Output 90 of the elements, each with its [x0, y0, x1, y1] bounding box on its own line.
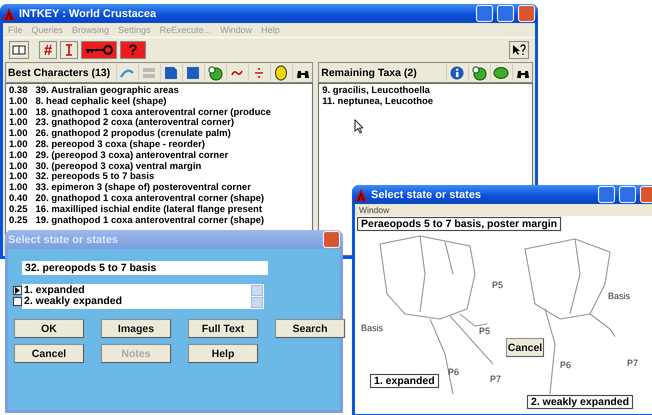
character-cell: 29. (pereopod 3 coxa) anteroventral corner [36, 150, 228, 162]
list-row[interactable]: 0.25 19. gnathopod 1 coxa anteroventral corner (shape) [9, 216, 310, 226]
score-cell-text: 1.00 [9, 172, 28, 183]
score-cell: 1.00 [9, 150, 28, 162]
binoculars-icon[interactable] [512, 64, 532, 81]
close-button[interactable] [640, 186, 652, 203]
list-row[interactable]: 0.25 16. maxilliped ischial endite (lateral flange present [9, 204, 310, 216]
dialog-title: Select state or states [8, 234, 120, 246]
close-button[interactable] [323, 231, 340, 248]
score-cell: 0.38 [9, 86, 28, 97]
help-button[interactable]: ? [120, 41, 146, 59]
book-icon[interactable] [9, 41, 29, 59]
pane-title: Best Characters (13) [8, 66, 110, 78]
state-caption[interactable]: 1. expanded [370, 374, 439, 388]
logo-icon [3, 8, 15, 20]
hash-button[interactable]: # [39, 41, 57, 59]
taxon-row[interactable]: 9. gracilis, Leucothoella [322, 86, 529, 97]
score-cell-text: 1.00 [9, 118, 28, 129]
list-row[interactable]: 1.00 28. pereopod 3 coxa (shape - reorder) [9, 140, 310, 151]
list-row[interactable]: 1.00 8. head cephalic keel (shape) [9, 96, 310, 108]
character-cell-text: 18. gnathopod 1 coxa anteroventral corner (produce [36, 108, 271, 118]
minimize-button[interactable] [598, 186, 615, 203]
list-row[interactable]: 0.38 39. Australian geographic areas [9, 86, 310, 97]
list-row[interactable]: 1.00 23. gnathopod 2 coxa (anteroventral corner) [9, 118, 310, 130]
state-item[interactable]: 2. weakly expanded [24, 296, 248, 307]
drawing-label: P5 [479, 326, 490, 336]
menu-item[interactable]: Window [359, 205, 390, 215]
list-row[interactable]: 1.00 33. epimeron 3 (shape of) posteroventral corner [9, 183, 310, 194]
image-caption: Peraeopods 5 to 7 basis, poster margin [357, 217, 562, 231]
state-caption[interactable]: 2. weakly expanded [527, 395, 634, 409]
character-cell: 33. epimeron 3 (shape of) posteroventral corner [36, 183, 251, 194]
window-title: INTKEY : World Crustacea [19, 8, 158, 20]
score-cell: 1.00 [9, 129, 28, 140]
pane-title: Remaining Taxa (2) [321, 66, 417, 78]
list-row[interactable]: 1.00 32. pereopods 5 to 7 basis [9, 172, 310, 184]
logo-icon [355, 188, 367, 200]
list-row[interactable]: 1.00 30. (pereopod 3 coxa) ventral margin [9, 162, 310, 172]
character-cell-text: 32. pereopods 5 to 7 basis [36, 172, 154, 183]
character-cell: 20. gnathopod 1 coxa anteroventral corner (shape) [36, 194, 264, 205]
oval-icon[interactable] [490, 64, 510, 81]
drawing-label: P6 [560, 360, 572, 370]
window-title: Select state or states [371, 188, 482, 200]
maximize-button[interactable] [497, 5, 514, 22]
character-cell: 26. gnathopod 2 propodus (crenulate palm) [36, 129, 231, 140]
character-cell-text: 23. gnathopod 2 coxa (anteroventral corner) [36, 118, 234, 129]
dialog-button[interactable]: Cancel [14, 344, 84, 363]
list-row[interactable]: 1.00 26. gnathopod 2 propodus (crenulate palm) [9, 129, 310, 140]
score-cell: 0.40 [9, 194, 28, 205]
dialog-button[interactable]: OK [14, 319, 84, 338]
info-icon[interactable] [446, 64, 466, 81]
drawing-label: P7 [627, 358, 638, 368]
score-cell: 1.00 [9, 183, 28, 194]
drawing-label: P5 [492, 280, 504, 290]
character-cell: 28. pereopod 3 coxa (shape - reorder) [36, 140, 205, 151]
dialog-button[interactable]: Images [101, 319, 171, 338]
character-cell: 16. maxilliped ischial endite (lateral flange present [36, 204, 262, 216]
taxon-row[interactable]: 11. neptunea, Leucothoe [322, 96, 529, 108]
cursor-icon[interactable] [60, 41, 78, 59]
mouse-pointer-icon [354, 119, 363, 134]
close-button[interactable] [518, 5, 535, 22]
drawing-label: P6 [448, 367, 460, 377]
character-field: 32. pereopods 5 to 7 basis [22, 261, 268, 275]
score-cell: 1.00 [9, 96, 28, 108]
character-cell-text: 30. (pereopod 3 coxa) ventral margin [36, 162, 202, 172]
score-cell: 0.25 [9, 216, 28, 226]
list-row[interactable]: 1.00 29. (pereopod 3 coxa) anteroventral corner [9, 150, 310, 162]
state-marker[interactable] [12, 286, 22, 295]
drawing-label: Basis [361, 323, 384, 333]
drawing-label: P7 [490, 374, 502, 384]
dialog-button[interactable]: Search [275, 319, 345, 338]
score-cell: 1.00 [9, 140, 28, 151]
character-cell: 8. head cephalic keel (shape) [36, 96, 166, 108]
list-row[interactable]: 1.00 18. gnathopod 1 coxa anteroventral corner (produce [9, 108, 310, 118]
key-icon[interactable] [81, 41, 117, 59]
score-cell-text: 1.00 [9, 108, 28, 118]
character-cell: 19. gnathopod 1 coxa anteroventral corner (shape) [36, 216, 264, 226]
score-cell-text: 1.00 [9, 162, 28, 172]
minimize-button[interactable] [476, 5, 493, 22]
cancel-button[interactable]: Cancel [506, 338, 544, 357]
character-cell: 39. Australian geographic areas [36, 86, 179, 97]
curved-arrow-icon[interactable] [116, 64, 136, 81]
dialog-button[interactable]: Help [188, 344, 258, 363]
list-row[interactable]: 0.40 20. gnathopod 1 coxa anteroventral corner (shape) [9, 194, 310, 205]
state-marker[interactable] [12, 297, 22, 306]
dialog-button[interactable]: Full Text [188, 319, 258, 338]
drawing-label: Basis [608, 291, 630, 301]
score-cell: 0.25 [9, 204, 28, 216]
state-item[interactable]: 1. expanded [24, 285, 248, 296]
maximize-button[interactable] [619, 186, 636, 203]
context-help-icon[interactable] [509, 41, 529, 59]
